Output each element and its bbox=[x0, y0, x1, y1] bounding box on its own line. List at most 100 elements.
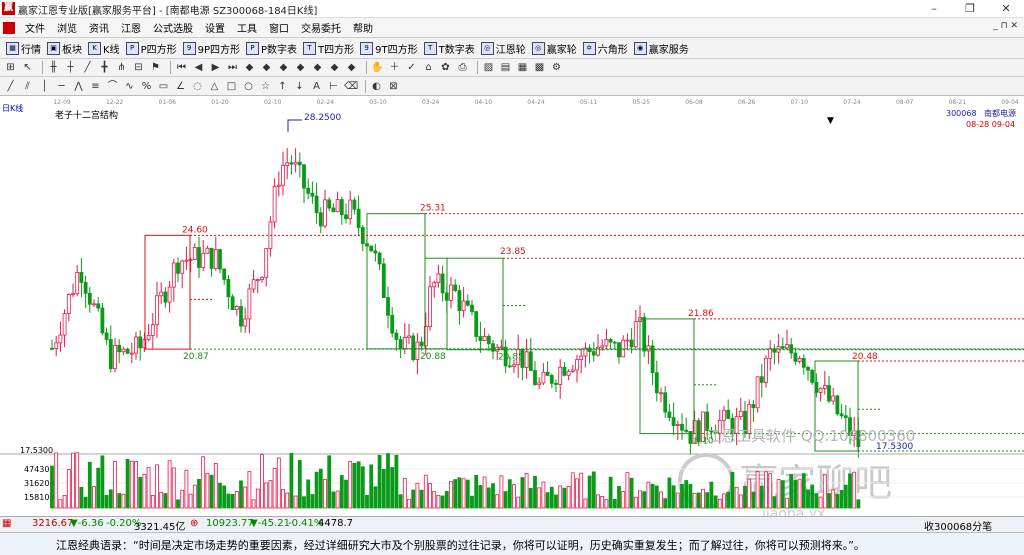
kline-chart-svg[interactable]: 12-09 12-22 01-06 01-20 02-10 02-24 03-10 03-24… bbox=[0, 96, 1024, 522]
cross-icon[interactable]: ╋ bbox=[98, 61, 111, 74]
toolbar-item-7[interactable]: 9 9T四方形 bbox=[360, 41, 418, 56]
diamond-icon[interactable]: ◆ bbox=[260, 61, 273, 74]
menu-info[interactable]: 资讯 bbox=[83, 20, 115, 35]
app-menu-icon[interactable] bbox=[3, 21, 15, 34]
kline-chart[interactable]: 12-09 12-22 01-06 01-20 02-10 02-24 03-10 03-24… bbox=[0, 96, 1024, 522]
grid-lines-icon[interactable]: ⊟ bbox=[132, 61, 145, 74]
menu-tools[interactable]: 工具 bbox=[231, 20, 263, 35]
arrow-down-icon[interactable]: ↓ bbox=[293, 80, 306, 93]
circle-icon[interactable]: ○ bbox=[242, 80, 255, 93]
volume-bar-down bbox=[327, 455, 332, 509]
prev-icon[interactable]: ◀ bbox=[192, 61, 205, 74]
chart-icon[interactable]: ▩ bbox=[533, 61, 546, 74]
vertical-line-icon[interactable]: │ bbox=[38, 80, 51, 93]
horizontal-line-icon[interactable]: ─ bbox=[55, 80, 68, 93]
menu-settings[interactable]: 设置 bbox=[199, 20, 231, 35]
close-button[interactable]: ✕ bbox=[988, 0, 1024, 17]
volume-bar-up bbox=[785, 497, 789, 509]
volume-bar-down bbox=[780, 480, 785, 509]
mdi-controls[interactable]: _ ⊓ ✕ bbox=[993, 21, 1018, 31]
toolbar-item-9[interactable]: ◎ 江恩轮 bbox=[480, 41, 526, 56]
image-icon[interactable]: ▨ bbox=[482, 61, 495, 74]
candle-down bbox=[654, 372, 659, 394]
pan-icon[interactable]: ⊞ bbox=[4, 61, 17, 74]
candle-icon[interactable]: ╫ bbox=[47, 61, 60, 74]
diamond-icon[interactable]: ◆ bbox=[311, 61, 324, 74]
toolbar-item-2[interactable]: K K线 bbox=[88, 41, 120, 56]
toolbar-item-10[interactable]: ◎ 赢家轮 bbox=[531, 41, 577, 56]
hand-icon[interactable]: ✋ bbox=[371, 61, 384, 74]
spiral-icon[interactable]: ◌ bbox=[191, 80, 204, 93]
first-icon[interactable]: ⏮ bbox=[175, 61, 188, 74]
star-icon[interactable]: ☆ bbox=[259, 80, 272, 93]
menu-file[interactable]: 文件 bbox=[19, 20, 51, 35]
diamond-icon[interactable]: ◆ bbox=[277, 61, 290, 74]
toolbar-item-6[interactable]: T T四方形 bbox=[303, 41, 354, 56]
toolbar-item-1[interactable]: ▣ 板块 bbox=[47, 41, 82, 56]
toolbar-item-5[interactable]: P P数字表 bbox=[246, 41, 297, 56]
last-icon[interactable]: ⏭ bbox=[226, 61, 239, 74]
diamond-icon[interactable]: ◆ bbox=[243, 61, 256, 74]
toolbar-item-8[interactable]: T T数字表 bbox=[423, 41, 475, 56]
toolbar-item-11[interactable]: ✡ 六角形 bbox=[582, 41, 628, 56]
square-icon[interactable]: □ bbox=[225, 80, 238, 93]
volume-bar-down bbox=[688, 483, 693, 509]
menu-help[interactable]: 帮助 bbox=[347, 20, 379, 35]
arc-icon[interactable]: ⌒ bbox=[106, 80, 119, 93]
candle-down bbox=[801, 357, 806, 368]
volume-bar-down bbox=[474, 474, 479, 509]
sh-index-icon[interactable]: ▦ bbox=[2, 518, 11, 529]
plus-icon[interactable]: ＋ bbox=[388, 61, 401, 74]
toolbar-item-0[interactable]: ▦ 行情 bbox=[6, 41, 41, 56]
toolbar-item-3[interactable]: P P四方形 bbox=[125, 41, 177, 56]
next-icon[interactable]: ▶ bbox=[209, 61, 222, 74]
sz-index-icon[interactable]: ⊕ bbox=[190, 518, 198, 529]
volume-bar-down bbox=[390, 467, 395, 509]
box-icon[interactable]: ▭ bbox=[157, 80, 170, 93]
restore-button[interactable]: ❐ bbox=[952, 0, 988, 17]
menu-browse[interactable]: 浏览 bbox=[51, 20, 83, 35]
toolbar-item-label: P数字表 bbox=[261, 44, 298, 56]
table-icon[interactable]: ▦ bbox=[516, 61, 529, 74]
cycle-icon[interactable]: ∿ bbox=[123, 80, 136, 93]
network-icon[interactable]: ⚙ bbox=[550, 61, 563, 74]
gann-fan-icon[interactable]: ⋀ bbox=[72, 80, 85, 93]
diamond-icon[interactable]: ◆ bbox=[328, 61, 341, 74]
arrow-up-icon[interactable]: ↑ bbox=[276, 80, 289, 93]
check-icon[interactable]: ✓ bbox=[405, 61, 418, 74]
flag-icon[interactable]: ⚑ bbox=[149, 61, 162, 74]
toolbar-item-4[interactable]: 9 9P四方形 bbox=[182, 41, 240, 56]
triangle-icon[interactable]: △ bbox=[208, 80, 221, 93]
toolbar-item-12[interactable]: ◉ 赢家服务 bbox=[633, 41, 689, 56]
candle-up bbox=[625, 339, 630, 342]
menu-window[interactable]: 窗口 bbox=[263, 20, 295, 35]
diamond-icon[interactable]: ◆ bbox=[294, 61, 307, 74]
diamond-icon[interactable]: ◆ bbox=[345, 61, 358, 74]
volume-bar-down bbox=[100, 455, 105, 509]
minimize-button[interactable]: – bbox=[916, 0, 952, 17]
eraser-icon[interactable]: ⌫ bbox=[344, 80, 358, 93]
fan-icon[interactable]: ⋔ bbox=[115, 61, 128, 74]
menu-gann[interactable]: 江恩 bbox=[115, 20, 147, 35]
tick-note[interactable]: 收300068分笔 bbox=[924, 518, 992, 533]
cursor-icon[interactable]: ↖ bbox=[21, 61, 34, 74]
trend-line-icon[interactable]: ╱ bbox=[4, 80, 17, 93]
lock-icon[interactable]: ⊠ bbox=[387, 80, 400, 93]
channel-icon[interactable]: ⫽ bbox=[21, 80, 34, 93]
fib-icon[interactable]: ≡ bbox=[89, 80, 102, 93]
menu-trade[interactable]: 交易委托 bbox=[295, 20, 347, 35]
text-icon[interactable]: A bbox=[310, 80, 323, 93]
line-icon[interactable]: ╱ bbox=[81, 61, 94, 74]
percent-icon[interactable]: % bbox=[140, 80, 153, 93]
save-icon[interactable]: ▤ bbox=[499, 61, 512, 74]
color-icon[interactable]: ◐ bbox=[370, 80, 383, 93]
menu-formula[interactable]: 公式选股 bbox=[147, 20, 199, 35]
ruler-icon[interactable]: ⊢ bbox=[327, 80, 340, 93]
volume-bar-down bbox=[96, 467, 101, 509]
bar-icon[interactable]: ┼ bbox=[64, 61, 77, 74]
print-icon[interactable]: ⎙ bbox=[456, 61, 469, 74]
tag-icon[interactable]: ⌂ bbox=[422, 61, 435, 74]
angle-icon[interactable]: ∠ bbox=[174, 80, 187, 93]
candle-down bbox=[289, 162, 294, 165]
palette-icon[interactable]: ✿ bbox=[439, 61, 452, 74]
